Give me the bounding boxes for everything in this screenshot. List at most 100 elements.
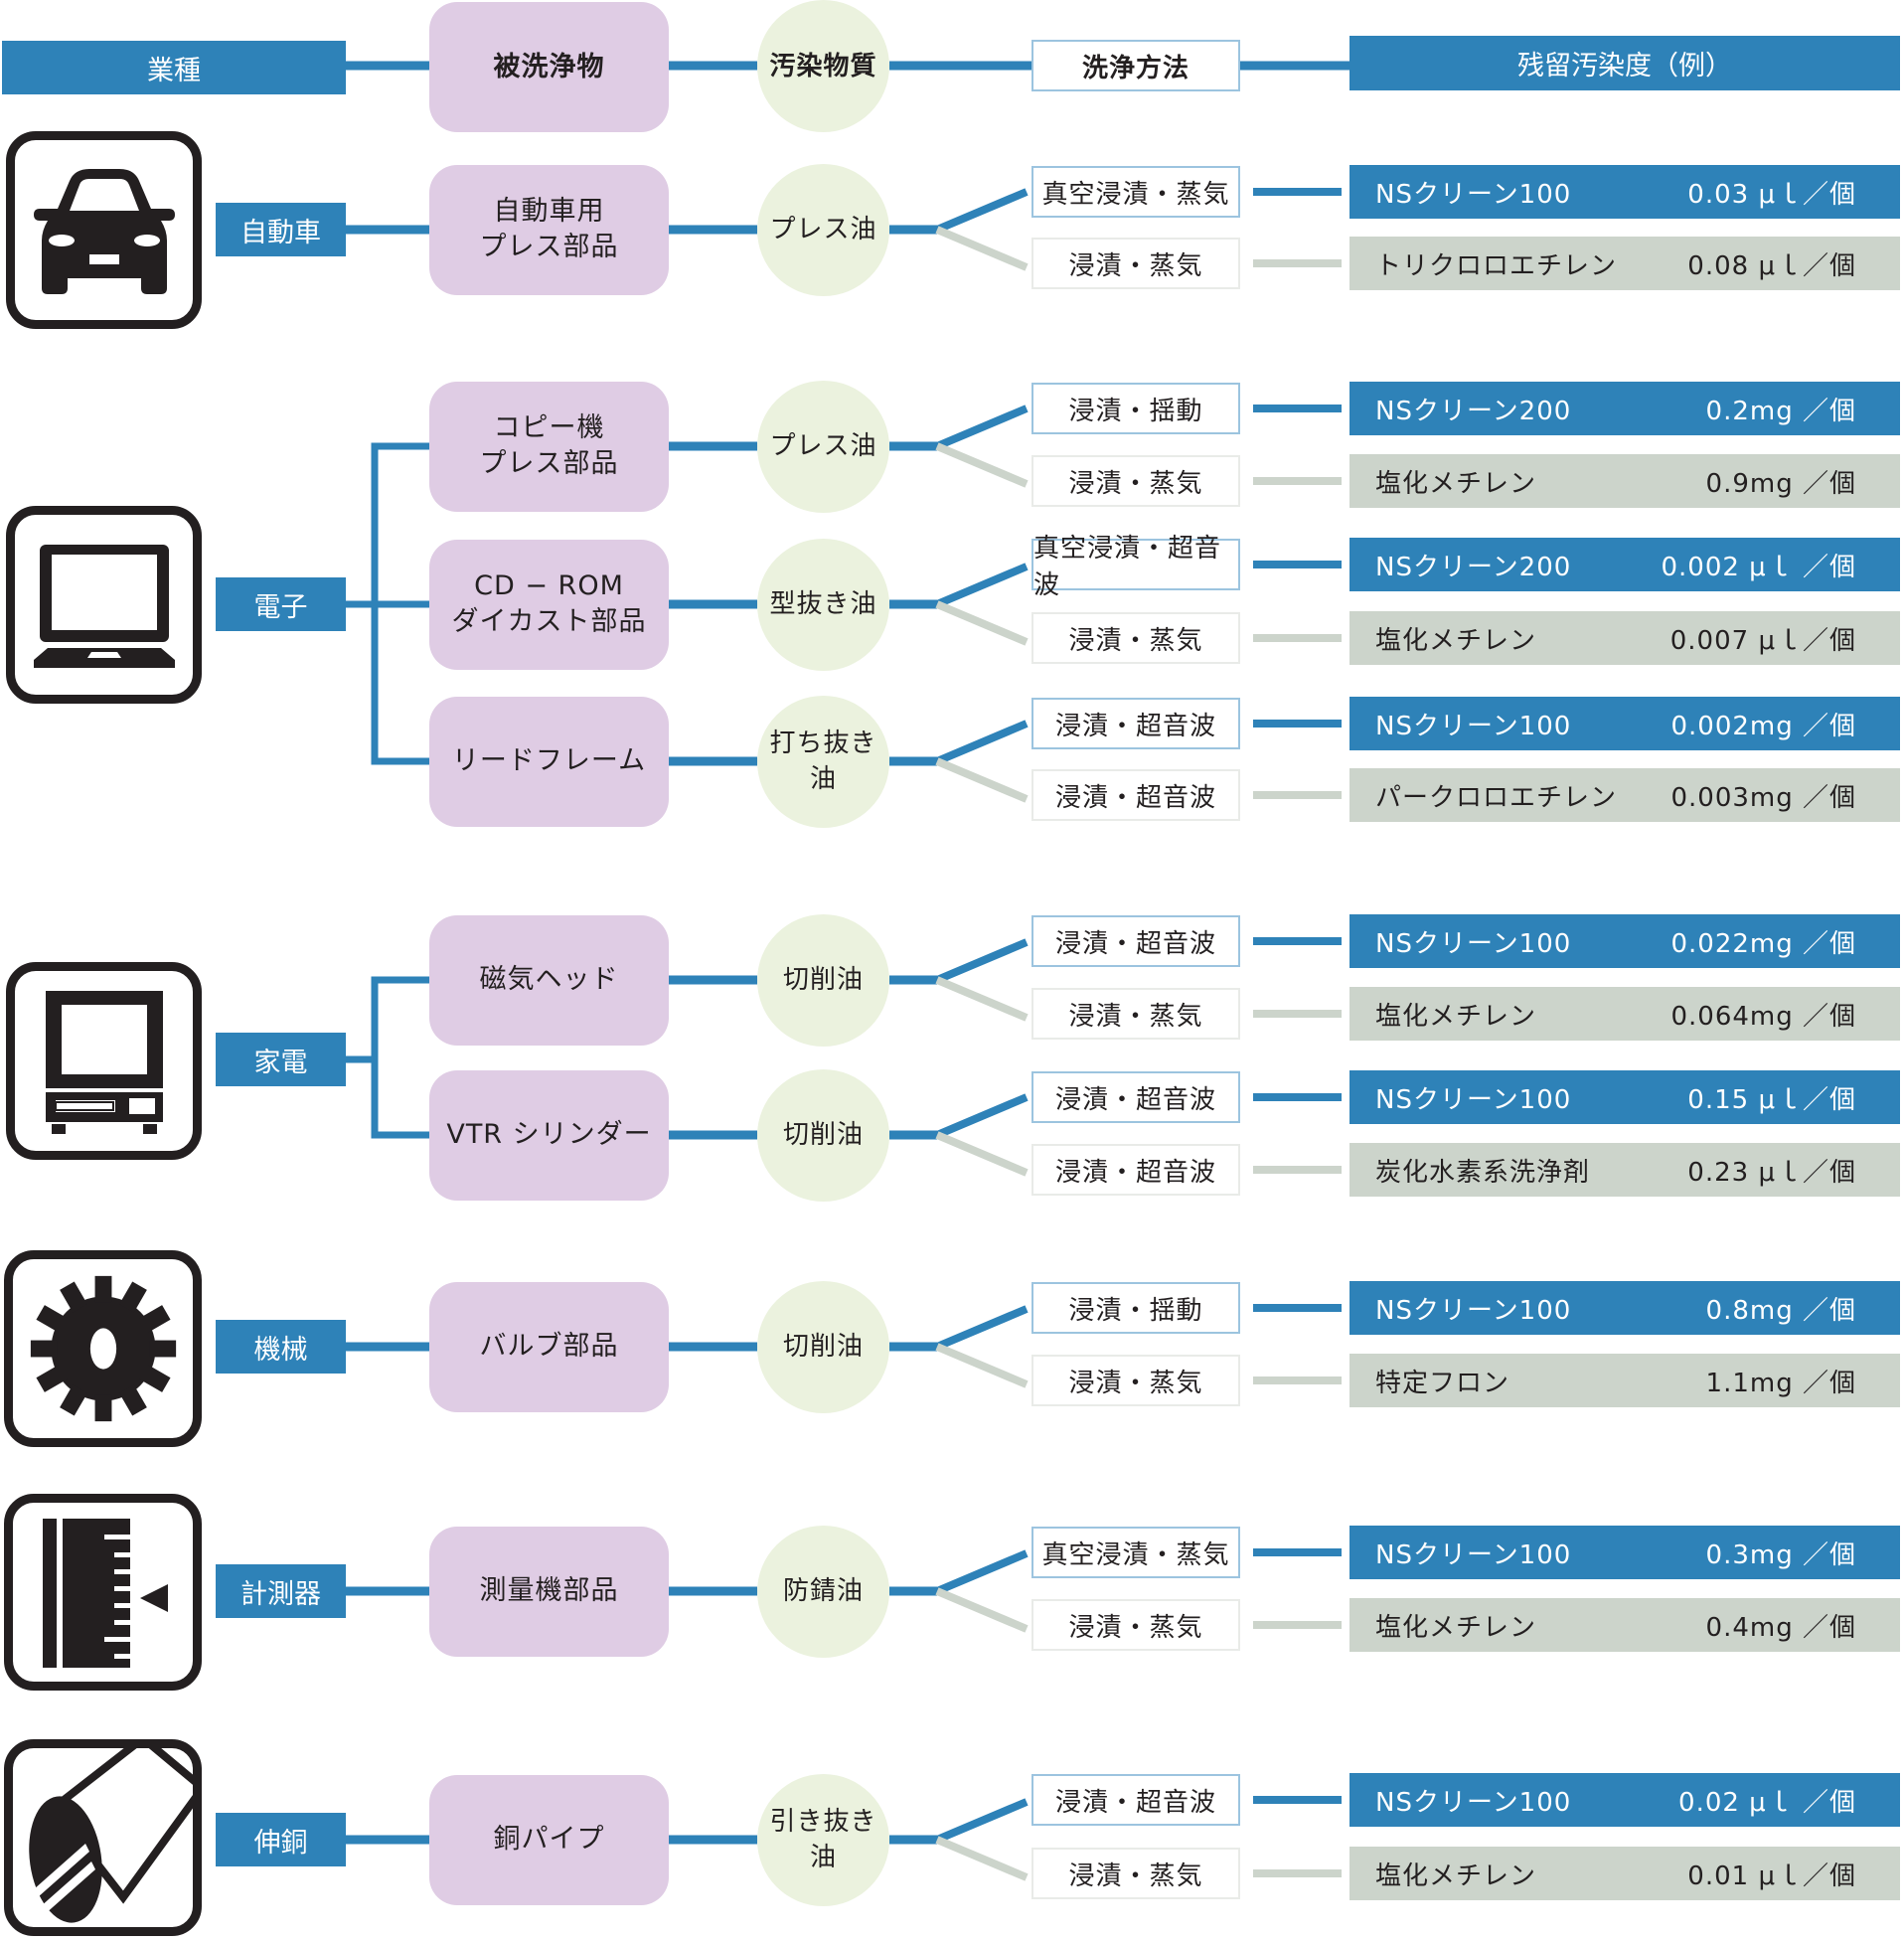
method-fork-primary [935, 720, 1029, 765]
contaminant: 切削油 [757, 1280, 889, 1413]
cleaning-method-secondary: 浸漬・超音波 [1031, 769, 1240, 821]
cleaning-agent: NSクリーン200 [1375, 552, 1572, 582]
industry-label: 計測器 [216, 1564, 346, 1618]
method-fork-secondary [935, 1131, 1029, 1177]
cleaned-object: 測量機部品 [429, 1526, 669, 1657]
residual-value: 0.03 μｌ／個 [1687, 179, 1856, 210]
industry-label: 電子 [216, 577, 346, 631]
residual-value: 0.02 μｌ ／個 [1678, 1787, 1856, 1818]
method-fork-secondary [935, 1587, 1029, 1633]
cleaned-object: リードフレーム [429, 696, 669, 827]
residual-result-primary: NSクリーン100 0.8mg ／個 [1349, 1281, 1900, 1335]
cleaning-agent: 塩化メチレン [1375, 1612, 1537, 1643]
method-fork-primary [935, 1093, 1029, 1139]
copper-pipe-icon [28, 1748, 193, 1923]
residual-result-secondary: パークロロエチレン 0.003mg ／個 [1349, 768, 1900, 822]
header-residual: 残留汚染度（例） [1349, 36, 1900, 90]
contaminant: 切削油 [757, 1068, 889, 1202]
residual-result-secondary: トリクロロエチレン 0.08 μｌ／個 [1349, 237, 1900, 290]
residual-value: 0.2mg ／個 [1705, 396, 1856, 426]
cleaning-agent: 特定フロン [1375, 1368, 1510, 1398]
residual-value: 0.3mg ／個 [1705, 1539, 1856, 1570]
industry-icon-gauge [4, 1494, 202, 1691]
ruler-gauge-icon [42, 1519, 168, 1668]
television-icon [45, 990, 163, 1134]
method-fork-secondary [935, 1836, 1029, 1881]
cleaning-agent: パークロロエチレン [1375, 782, 1618, 813]
cleaning-method-primary: 真空浸漬・蒸気 [1031, 166, 1240, 218]
method-fork-secondary [935, 600, 1029, 646]
residual-value: 0.4mg ／個 [1705, 1612, 1856, 1643]
cleaning-method-secondary: 浸漬・蒸気 [1031, 238, 1240, 289]
cleaning-agent: NSクリーン100 [1375, 928, 1572, 959]
industry-label: 機械 [216, 1320, 346, 1374]
cleaning-method-secondary: 浸漬・蒸気 [1031, 1848, 1240, 1899]
contaminant: 型抜き油 [757, 538, 889, 671]
contaminant: 打ち抜き 油 [757, 695, 889, 828]
cleaning-method-primary: 浸漬・揺動 [1031, 383, 1240, 434]
contaminant: プレス油 [757, 380, 889, 513]
cleaning-agent: 塩化メチレン [1375, 1001, 1537, 1032]
residual-result-secondary: 塩化メチレン 0.007 μｌ／個 [1349, 611, 1900, 665]
cleaning-method-secondary: 浸漬・蒸気 [1031, 455, 1240, 507]
cleaned-object: CD − ROM ダイカスト部品 [429, 539, 669, 670]
cleaned-object: VTR シリンダー [429, 1069, 669, 1201]
residual-result-primary: NSクリーン100 0.002mg ／個 [1349, 697, 1900, 750]
cleaned-object: 磁気ヘッド [429, 914, 669, 1046]
contaminant: 切削油 [757, 913, 889, 1047]
cleaning-method-primary: 浸漬・超音波 [1031, 1071, 1240, 1123]
residual-result-primary: NSクリーン100 0.02 μｌ ／個 [1349, 1773, 1900, 1827]
cleaning-agent: NSクリーン100 [1375, 1787, 1572, 1818]
industry-icon-gear [4, 1250, 202, 1447]
residual-result-primary: NSクリーン200 0.002 μｌ ／個 [1349, 538, 1900, 591]
residual-result-secondary: 塩化メチレン 0.4mg ／個 [1349, 1598, 1900, 1652]
cleaning-method-secondary: 浸漬・蒸気 [1031, 988, 1240, 1040]
cleaning-method-secondary: 浸漬・蒸気 [1031, 612, 1240, 664]
cleaning-method-primary: 浸漬・揺動 [1031, 1282, 1240, 1334]
car-icon [33, 168, 175, 294]
cleaning-method-primary: 浸漬・超音波 [1031, 698, 1240, 749]
gear-icon [30, 1275, 176, 1422]
method-fork-primary [935, 938, 1029, 984]
cleaning-method-secondary: 浸漬・蒸気 [1031, 1355, 1240, 1406]
cleaned-object: 銅パイプ [429, 1774, 669, 1905]
contaminant: プレス油 [757, 163, 889, 296]
residual-value: 0.002 μｌ ／個 [1661, 552, 1856, 582]
residual-result-secondary: 塩化メチレン 0.064mg ／個 [1349, 987, 1900, 1041]
cleaning-method-primary: 浸漬・超音波 [1031, 1774, 1240, 1826]
method-fork-secondary [935, 976, 1029, 1022]
header-contaminant: 汚染物質 [757, 0, 889, 132]
contaminant: 防錆油 [757, 1525, 889, 1658]
cleaning-agent: 塩化メチレン [1375, 625, 1537, 656]
cleaning-agent: 炭化水素系洗浄剤 [1375, 1157, 1591, 1188]
cleaning-agent: NSクリーン100 [1375, 1084, 1572, 1115]
cleaning-method-secondary: 浸漬・超音波 [1031, 1144, 1240, 1196]
residual-value: 0.8mg ／個 [1705, 1295, 1856, 1326]
residual-value: 0.022mg ／個 [1670, 928, 1856, 959]
residual-result-secondary: 炭化水素系洗浄剤 0.23 μｌ／個 [1349, 1143, 1900, 1197]
cleaning-agent: NSクリーン100 [1375, 711, 1572, 741]
cleaning-method-primary: 真空浸漬・蒸気 [1031, 1527, 1240, 1578]
cleaning-agent: NSクリーン100 [1375, 1295, 1572, 1326]
residual-value: 0.01 μｌ／個 [1687, 1861, 1856, 1891]
method-fork-secondary [935, 1343, 1029, 1388]
method-fork-secondary [935, 226, 1029, 271]
method-fork-primary [935, 188, 1029, 234]
cleaning-agent: NSクリーン100 [1375, 179, 1572, 210]
cleaned-object: コピー機 プレス部品 [429, 381, 669, 512]
industry-icon-pipe [4, 1739, 202, 1936]
residual-result-primary: NSクリーン100 0.15 μｌ／個 [1349, 1070, 1900, 1124]
residual-result-secondary: 塩化メチレン 0.01 μｌ／個 [1349, 1847, 1900, 1900]
residual-value: 1.1mg ／個 [1705, 1368, 1856, 1398]
header-object: 被洗浄物 [429, 2, 669, 132]
method-fork-secondary [935, 757, 1029, 803]
method-fork-primary [935, 1305, 1029, 1351]
contaminant: 引き抜き 油 [757, 1773, 889, 1906]
header-industry: 業種 [2, 41, 346, 94]
cleaning-agent: NSクリーン200 [1375, 396, 1572, 426]
cleaning-agent: NSクリーン100 [1375, 1539, 1572, 1570]
method-fork-primary [935, 563, 1029, 608]
residual-result-secondary: 特定フロン 1.1mg ／個 [1349, 1354, 1900, 1407]
residual-value: 0.064mg ／個 [1670, 1001, 1856, 1032]
residual-value: 0.003mg ／個 [1670, 782, 1856, 813]
